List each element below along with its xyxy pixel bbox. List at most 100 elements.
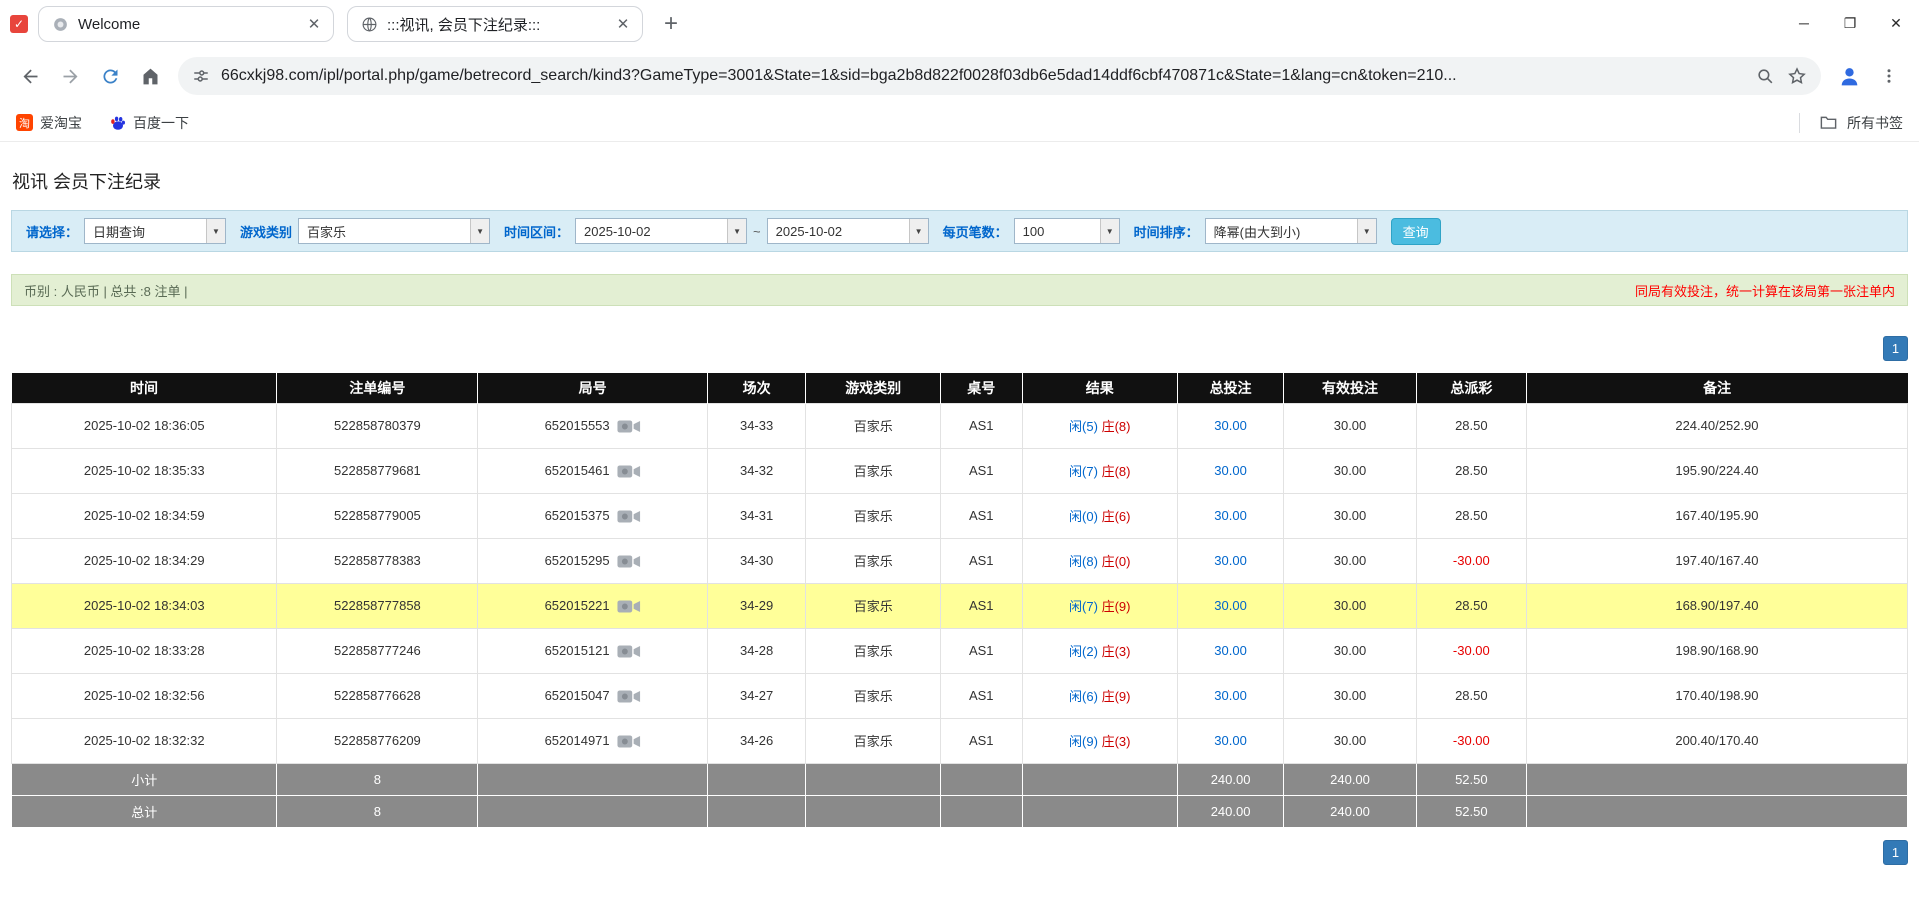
round-cell: 652015221	[478, 583, 707, 628]
video-icon[interactable]	[617, 419, 641, 434]
url-text: 66cxkj98.com/ipl/portal.php/game/betreco…	[221, 67, 1745, 85]
date-to-select[interactable]: 2025-10-02 ▼	[767, 218, 929, 244]
chevron-down-icon[interactable]: ▼	[206, 219, 225, 243]
total-bet-link[interactable]: 30.00	[1214, 508, 1247, 523]
bet-id-cell: 522858778383	[277, 538, 478, 583]
address-bar[interactable]: 66cxkj98.com/ipl/portal.php/game/betreco…	[178, 57, 1821, 95]
column-header: 备注	[1526, 373, 1907, 403]
column-header: 场次	[707, 373, 806, 403]
session-cell: 34-27	[707, 673, 806, 718]
video-icon[interactable]	[617, 554, 641, 569]
tab-welcome[interactable]: Welcome ✕	[38, 6, 334, 42]
remark-cell: 197.40/167.40	[1526, 538, 1907, 583]
game-type-cell: 百家乐	[806, 403, 941, 448]
chevron-down-icon[interactable]: ▼	[1100, 219, 1119, 243]
video-icon[interactable]	[617, 734, 641, 749]
round-cell: 652015461	[478, 448, 707, 493]
table-body: 2025-10-02 18:36:05522858780379652015553…	[12, 403, 1908, 827]
zoom-icon[interactable]	[1756, 67, 1775, 86]
page-number-button[interactable]: 1	[1883, 840, 1908, 865]
site-info-icon[interactable]	[192, 67, 210, 85]
tab-title: Welcome	[78, 16, 296, 33]
home-button[interactable]	[130, 56, 170, 96]
forward-button[interactable]	[50, 56, 90, 96]
date-to-value: 2025-10-02	[768, 219, 909, 243]
per-page-select[interactable]: 100 ▼	[1014, 218, 1120, 244]
red-checkmark-icon[interactable]: ✓	[10, 15, 28, 33]
table-no-cell: AS1	[941, 538, 1023, 583]
chevron-down-icon[interactable]: ▼	[470, 219, 489, 243]
minimize-button[interactable]: ─	[1781, 0, 1827, 46]
all-bookmarks-button[interactable]: 所有书签	[1847, 113, 1903, 133]
bookmark-baidu[interactable]: 百度一下	[110, 113, 189, 133]
maximize-button[interactable]: ❐	[1827, 0, 1873, 46]
column-header: 结果	[1022, 373, 1177, 403]
date-from-select[interactable]: 2025-10-02 ▼	[575, 218, 747, 244]
remark-cell: 224.40/252.90	[1526, 403, 1907, 448]
valid-bet-cell: 30.00	[1284, 673, 1417, 718]
video-icon[interactable]	[617, 509, 641, 524]
summary-empty-cell	[1022, 795, 1177, 827]
new-tab-button[interactable]: +	[664, 12, 678, 36]
table-row: 2025-10-02 18:32:32522858776209652014971…	[12, 718, 1908, 763]
bet-id-cell: 522858779681	[277, 448, 478, 493]
column-header: 总投注	[1177, 373, 1283, 403]
taobao-icon: 淘	[16, 114, 33, 131]
sort-select[interactable]: 降幂(由大到小) ▼	[1205, 218, 1377, 244]
total-bet-link[interactable]: 30.00	[1214, 733, 1247, 748]
round-cell: 652015295	[478, 538, 707, 583]
total-bet-link[interactable]: 30.00	[1214, 598, 1247, 613]
bookmark-star-icon[interactable]	[1787, 66, 1807, 86]
close-window-button[interactable]: ✕	[1873, 0, 1919, 46]
refresh-button[interactable]	[90, 56, 130, 96]
browser-menu-button[interactable]	[1869, 56, 1909, 96]
video-icon[interactable]	[617, 599, 641, 614]
video-icon[interactable]	[617, 644, 641, 659]
game-type-value: 百家乐	[299, 219, 470, 243]
close-icon[interactable]: ✕	[305, 15, 323, 33]
chevron-down-icon[interactable]: ▼	[727, 219, 746, 243]
chevron-down-icon[interactable]: ▼	[1357, 219, 1376, 243]
round-cell: 652015121	[478, 628, 707, 673]
bookmark-label: 百度一下	[133, 113, 189, 133]
summary-total-bet-cell: 240.00	[1177, 795, 1283, 827]
close-icon[interactable]: ✕	[614, 15, 632, 33]
time-cell: 2025-10-02 18:36:05	[12, 403, 277, 448]
total-bet-cell: 30.00	[1177, 583, 1283, 628]
total-bet-link[interactable]: 30.00	[1214, 553, 1247, 568]
game-type-select[interactable]: 百家乐 ▼	[298, 218, 490, 244]
summary-empty-cell	[707, 795, 806, 827]
filter-bar: 请选择： 日期查询 ▼ 游戏类别 百家乐 ▼ 时间区间： 2025-10-02 …	[11, 210, 1908, 252]
tab-bet-records[interactable]: :::视讯, 会员下注纪录::: ✕	[347, 6, 643, 42]
total-bet-link[interactable]: 30.00	[1214, 688, 1247, 703]
summary-empty-cell	[941, 763, 1023, 795]
query-type-select[interactable]: 日期查询 ▼	[84, 218, 226, 244]
result-cell: 闲(2) 庄(3)	[1022, 628, 1177, 673]
total-bet-link[interactable]: 30.00	[1214, 463, 1247, 478]
round-cell: 652015375	[478, 493, 707, 538]
total-bet-link[interactable]: 30.00	[1214, 643, 1247, 658]
column-header: 时间	[12, 373, 277, 403]
profile-button[interactable]	[1829, 56, 1869, 96]
payout-cell: 28.50	[1416, 448, 1526, 493]
chevron-down-icon[interactable]: ▼	[909, 219, 928, 243]
tab-title: :::视讯, 会员下注纪录:::	[387, 14, 605, 35]
total-bet-link[interactable]: 30.00	[1214, 418, 1247, 433]
result-cell: 闲(6) 庄(9)	[1022, 673, 1177, 718]
table-row: 2025-10-02 18:32:56522858776628652015047…	[12, 673, 1908, 718]
time-cell: 2025-10-02 18:32:56	[12, 673, 277, 718]
search-button[interactable]: 查询	[1391, 218, 1441, 245]
session-cell: 34-31	[707, 493, 806, 538]
summary-label-cell: 总计	[12, 795, 277, 827]
table-no-cell: AS1	[941, 493, 1023, 538]
summary-empty-cell	[707, 763, 806, 795]
back-button[interactable]	[10, 56, 50, 96]
video-icon[interactable]	[617, 464, 641, 479]
bookmark-taobao[interactable]: 淘 爱淘宝	[16, 113, 82, 133]
video-icon[interactable]	[617, 689, 641, 704]
separator	[1799, 113, 1800, 133]
game-type-cell: 百家乐	[806, 448, 941, 493]
page-number-button[interactable]: 1	[1883, 336, 1908, 361]
time-cell: 2025-10-02 18:32:32	[12, 718, 277, 763]
session-cell: 34-26	[707, 718, 806, 763]
